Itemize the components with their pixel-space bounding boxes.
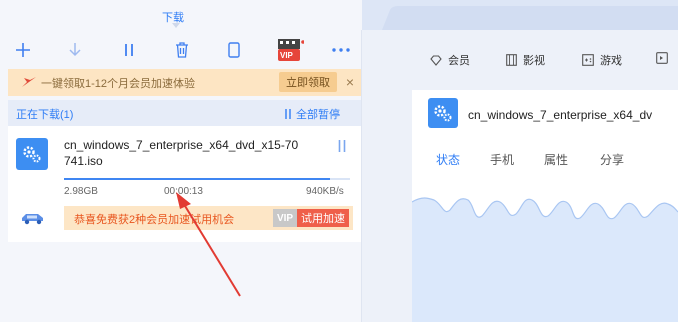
tab-share[interactable]: 分享 (600, 151, 624, 168)
progress-fill (64, 178, 330, 180)
tab-phone[interactable]: 手机 (490, 151, 514, 168)
plus-icon[interactable] (10, 37, 36, 63)
toolbar: VIP (0, 33, 362, 65)
nav-app[interactable] (656, 52, 674, 64)
pause-icon[interactable] (116, 37, 142, 63)
tab-status[interactable]: 状态 (436, 151, 460, 168)
trash-icon[interactable] (169, 37, 195, 63)
nav-game[interactable]: 游戏 (582, 52, 622, 68)
vip-offer-banner: 恭喜免费获2种会员加速试用机会 VIP 试用加速 (64, 206, 353, 230)
elapsed-time: 00:00:13 (164, 186, 203, 197)
download-task[interactable]: cn_windows_7_enterprise_x64_dvd_x15-7074… (8, 126, 361, 242)
vip-video-label: VIP (280, 51, 293, 60)
details-panel: 会员 影视 游戏 cn_windows_7_enterprise_x64_dv … (362, 0, 678, 322)
plane-icon (22, 77, 36, 87)
vip-offer-row: 恭喜免费获2种会员加速试用机会 VIP 试用加速 (16, 206, 353, 230)
settings-file-icon (16, 138, 48, 170)
tab-strip: 下载 (0, 0, 362, 30)
detail-card: cn_windows_7_enterprise_x64_dv 状态 手机 属性 … (412, 90, 678, 322)
file-size: 2.98GB (64, 186, 98, 197)
vip-badge: VIP (273, 209, 297, 227)
phone-icon[interactable] (221, 37, 247, 63)
vip-offer-text: 恭喜免费获2种会员加速试用机会 (74, 214, 235, 226)
download-arrow-icon[interactable] (62, 37, 88, 63)
pause-all-button[interactable]: 全部暂停 (284, 106, 340, 122)
nav-game-label: 游戏 (600, 55, 622, 67)
nav-vip[interactable]: 会员 (430, 52, 470, 68)
nav-vip-label: 会员 (448, 55, 470, 67)
close-icon[interactable]: × (341, 72, 359, 92)
download-speed: 940KB/s (306, 186, 344, 197)
task-pause-icon[interactable] (334, 138, 350, 154)
settings-file-icon (428, 98, 458, 128)
nav-video-label: 影视 (523, 55, 545, 67)
trial-accelerate-button[interactable]: 试用加速 (297, 209, 349, 227)
tab-shape (362, 0, 678, 30)
promo-text: 一键领取1-12个月会员加速体验 (41, 78, 196, 90)
downloading-section-header: 正在下载(1) 全部暂停 (8, 100, 361, 126)
car-icon (22, 214, 43, 225)
promo-banner: 一键领取1-12个月会员加速体验 立即领取 × (8, 69, 361, 96)
right-nav: 会员 影视 游戏 (362, 48, 678, 72)
downloading-count: 正在下载(1) (16, 109, 74, 121)
nav-video[interactable]: 影视 (506, 52, 545, 68)
gamepad-icon (582, 54, 594, 66)
tab-caret-icon (172, 23, 180, 28)
download-panel: 下载 VIP 一键领取1-12个月会员加速体验 立即领取 × 正在下载(1) 全… (0, 0, 362, 322)
film-icon (506, 54, 517, 66)
detail-filename: cn_windows_7_enterprise_x64_dv (468, 108, 653, 122)
speed-graph (412, 197, 678, 322)
right-tabbar (362, 0, 678, 30)
vip-video-icon[interactable]: VIP (274, 37, 306, 63)
task-filename: cn_windows_7_enterprise_x64_dvd_x15-7074… (64, 138, 299, 168)
claim-now-button[interactable]: 立即领取 (279, 72, 337, 92)
more-icon[interactable] (328, 37, 354, 63)
detail-tabs: 状态 手机 属性 分享 (436, 151, 676, 169)
pause-all-icon (285, 109, 291, 119)
app-icon (656, 52, 668, 64)
diamond-icon (430, 54, 442, 66)
progress-bar (64, 178, 350, 180)
tab-properties[interactable]: 属性 (544, 151, 568, 168)
pause-all-label: 全部暂停 (296, 109, 340, 121)
